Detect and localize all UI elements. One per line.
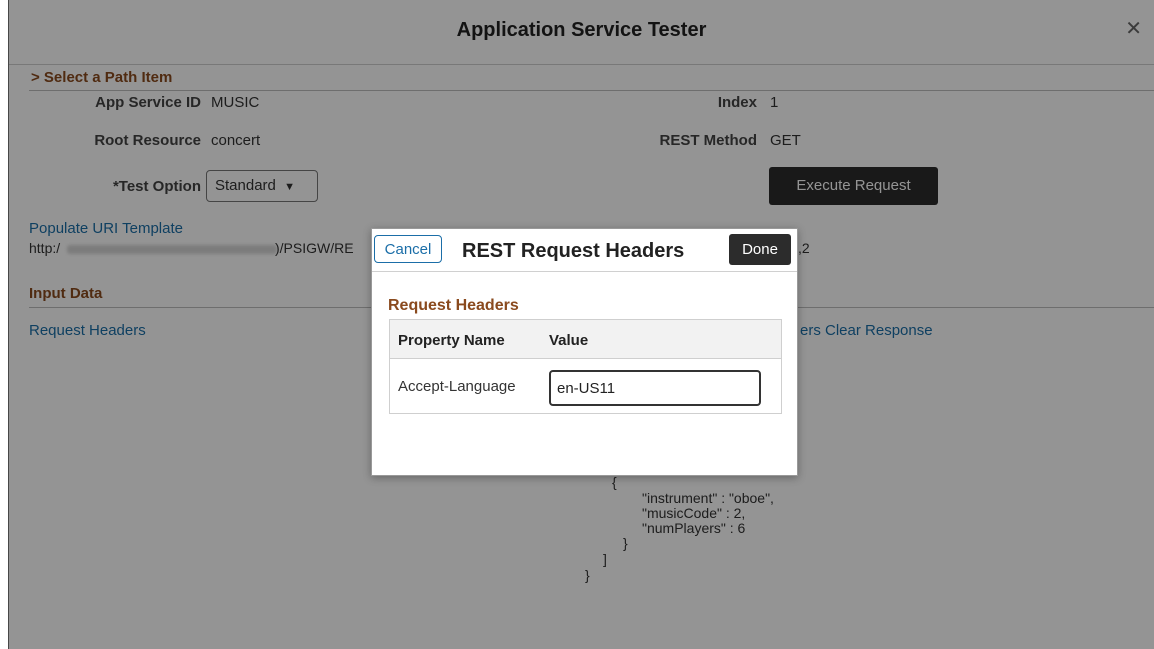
- request-headers-section-title: Request Headers: [388, 297, 519, 314]
- rest-request-headers-modal: Cancel REST Request Headers Done Request…: [371, 228, 798, 476]
- table-header-row: Property Name Value: [390, 320, 781, 359]
- value-input[interactable]: en-US11: [549, 370, 761, 406]
- column-header-value: Value: [549, 332, 589, 349]
- cancel-button[interactable]: Cancel: [374, 235, 442, 263]
- column-header-property-name: Property Name: [398, 332, 505, 349]
- modal-header: Cancel REST Request Headers Done: [372, 229, 797, 272]
- modal-title: REST Request Headers: [462, 240, 685, 262]
- property-name-cell: Accept-Language: [398, 378, 516, 395]
- done-button[interactable]: Done: [729, 234, 791, 265]
- request-headers-table: Property Name Value Accept-Language en-U…: [389, 319, 782, 414]
